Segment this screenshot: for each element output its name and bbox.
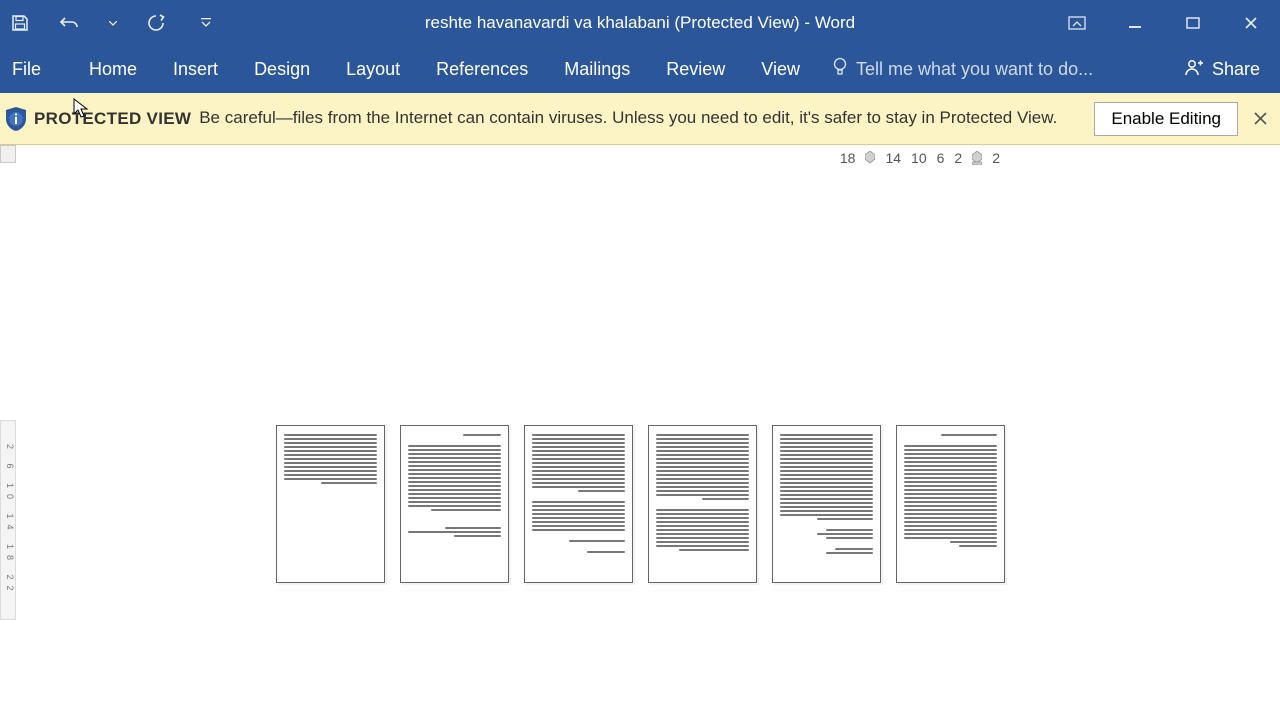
undo-icon[interactable] (58, 11, 82, 35)
tell-me-search[interactable]: Tell me what you want to do... (818, 46, 1107, 93)
page-thumbnail[interactable] (276, 425, 385, 583)
tab-view[interactable]: View (743, 46, 818, 93)
protected-view-bar: PROTECTED VIEW Be careful—files from the… (0, 93, 1280, 145)
tab-references[interactable]: References (418, 46, 546, 93)
ruler-corner (0, 145, 16, 163)
protected-view-title: PROTECTED VIEW (34, 109, 191, 129)
close-bar-icon[interactable] (1248, 107, 1272, 131)
tab-design[interactable]: Design (236, 46, 328, 93)
ruler-mark: 6 (937, 150, 945, 166)
page-thumbnail[interactable] (524, 425, 633, 583)
tab-insert[interactable]: Insert (155, 46, 236, 93)
page-thumbnail[interactable] (648, 425, 757, 583)
indent-marker-icon[interactable] (972, 151, 982, 165)
ruler-mark: 10 (911, 150, 927, 166)
ruler-numbers: 18 14 10 6 2 2 (840, 150, 1000, 166)
title-bar: reshte havanavardi va khalabani (Protect… (0, 0, 1280, 46)
minimize-icon[interactable] (1106, 0, 1164, 46)
share-label: Share (1212, 59, 1260, 80)
share-button[interactable]: Share (1164, 46, 1280, 93)
close-icon[interactable] (1222, 0, 1280, 46)
horizontal-ruler: 18 14 10 6 2 2 (0, 145, 1280, 175)
enable-editing-button[interactable]: Enable Editing (1094, 102, 1238, 136)
shield-info-icon (4, 105, 28, 133)
tab-file[interactable]: File (0, 46, 71, 93)
ruler-mark: 2 (992, 150, 1000, 166)
tab-home[interactable]: Home (71, 46, 155, 93)
page-thumbnail[interactable] (896, 425, 1005, 583)
lightbulb-icon (832, 57, 848, 82)
window-controls (1048, 0, 1280, 46)
redo-icon[interactable] (144, 11, 168, 35)
customize-qat-icon[interactable] (194, 11, 218, 35)
ruler-mark: 18 (840, 150, 856, 166)
tab-layout[interactable]: Layout (328, 46, 418, 93)
maximize-icon[interactable] (1164, 0, 1222, 46)
tell-me-placeholder: Tell me what you want to do... (856, 59, 1093, 80)
protected-view-message: Be careful—files from the Internet can c… (199, 107, 1094, 130)
share-icon (1184, 57, 1204, 82)
tab-review[interactable]: Review (648, 46, 743, 93)
indent-marker-icon[interactable] (865, 151, 875, 165)
ruler-mark: 14 (885, 150, 901, 166)
undo-dropdown-icon[interactable] (108, 11, 118, 35)
ribbon-display-options-icon[interactable] (1048, 0, 1106, 46)
page-thumbnails (0, 425, 1280, 583)
save-icon[interactable] (8, 11, 32, 35)
page-thumbnail[interactable] (400, 425, 509, 583)
quick-access-toolbar (0, 0, 218, 46)
ribbon-tabs: File Home Insert Design Layout Reference… (0, 46, 1280, 93)
page-thumbnail[interactable] (772, 425, 881, 583)
document-area[interactable]: 2 6 10 14 18 22 (0, 175, 1280, 720)
tab-mailings[interactable]: Mailings (546, 46, 648, 93)
ruler-mark: 2 (954, 150, 962, 166)
